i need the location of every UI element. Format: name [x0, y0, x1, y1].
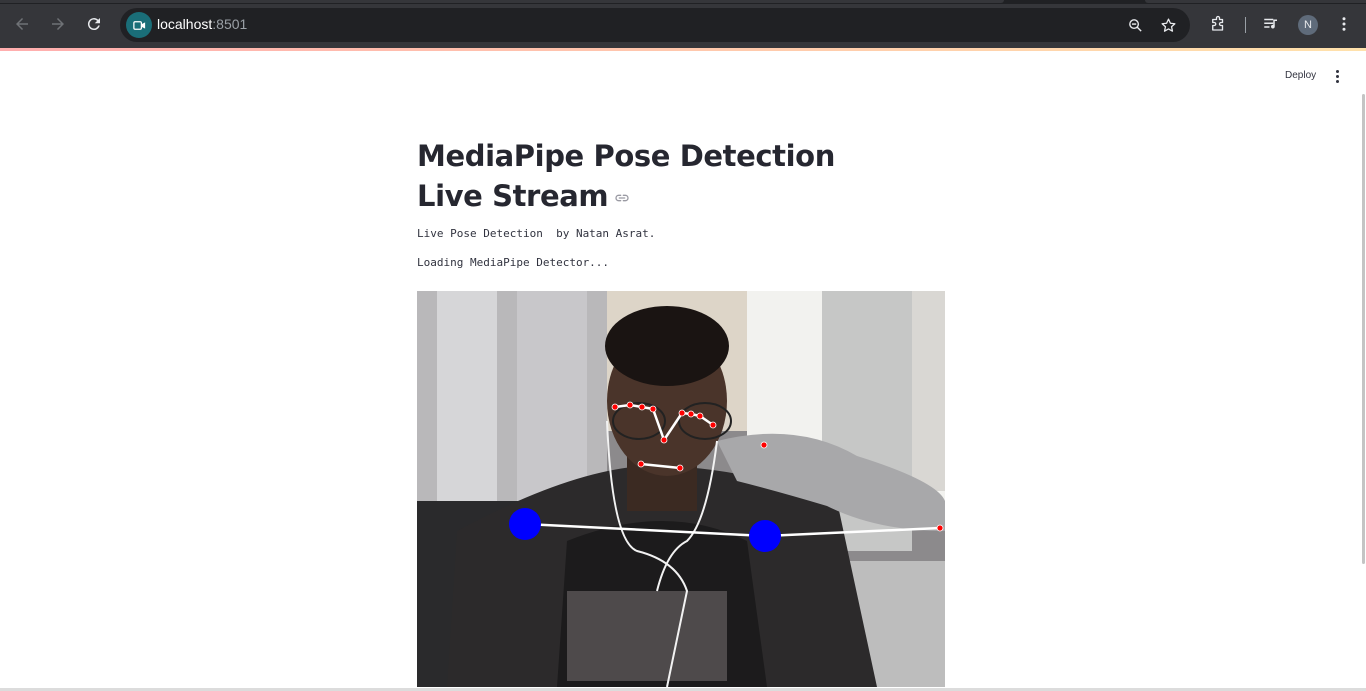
media-control-button[interactable] [1261, 14, 1281, 34]
scrollbar-thumb[interactable] [1362, 94, 1365, 564]
extensions-button[interactable] [1208, 14, 1228, 34]
app-menu-button[interactable] [1331, 68, 1343, 84]
menu-icon [1342, 17, 1346, 31]
bookmark-button[interactable] [1158, 15, 1178, 35]
forward-icon [52, 18, 64, 30]
subtitle-text: Live Pose Detection by Natan Asrat. [417, 227, 656, 240]
reload-button[interactable] [82, 12, 106, 36]
site-video-icon [132, 20, 145, 30]
reload-icon [87, 18, 100, 31]
url-port: :8501 [212, 16, 248, 32]
address-bar[interactable]: localhost:8501 [120, 8, 1190, 42]
left-shoulder-joint [509, 508, 541, 540]
zoom-button[interactable] [1125, 15, 1145, 35]
toolbar-separator [1245, 17, 1246, 33]
forward-button[interactable] [46, 12, 70, 36]
url-text[interactable]: localhost:8501 [157, 16, 247, 32]
star-icon [1160, 17, 1176, 32]
back-icon [16, 18, 28, 30]
url-host: localhost [157, 16, 213, 32]
profile-avatar[interactable]: N [1298, 15, 1318, 35]
site-info-button[interactable] [126, 12, 152, 38]
page-title: MediaPipe Pose Detection Live Stream [417, 136, 897, 216]
tab-strip [0, 0, 1366, 4]
deploy-button[interactable]: Deploy [1279, 67, 1322, 85]
media-control-icon [1264, 18, 1277, 29]
pose-frame [417, 291, 945, 687]
status-text: Loading MediaPipe Detector... [417, 256, 610, 269]
right-shoulder-joint [749, 520, 781, 552]
app-decoration-line [0, 48, 1366, 51]
browser-menu-button[interactable] [1334, 14, 1354, 34]
back-button[interactable] [10, 12, 34, 36]
extensions-icon [1212, 15, 1224, 31]
link-icon[interactable] [614, 190, 630, 206]
video-stream [417, 291, 945, 687]
zoom-icon [1128, 18, 1142, 32]
